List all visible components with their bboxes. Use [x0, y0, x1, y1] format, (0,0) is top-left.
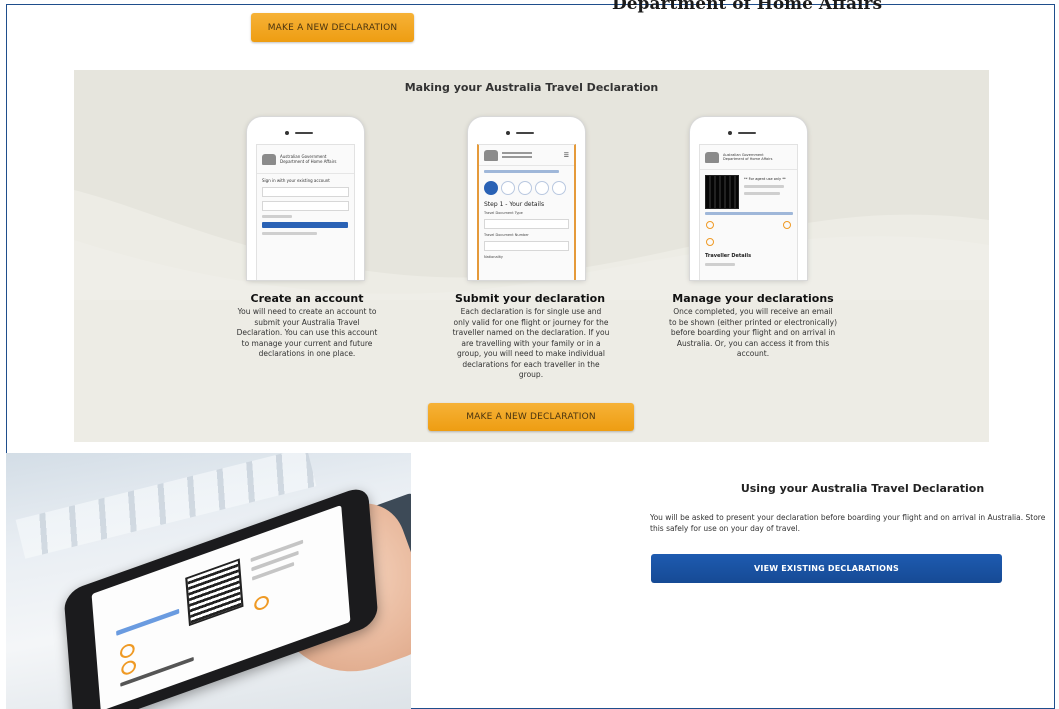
hand-holding-phone-image: [6, 453, 411, 709]
make-new-declaration-button[interactable]: MAKE A NEW DECLARATION: [428, 403, 634, 431]
reference-number-line: [116, 608, 180, 636]
phone-screen: Australian Government Department of Home…: [699, 144, 798, 280]
dept-name: Department of Home Affairs: [280, 159, 337, 164]
detail-line: [705, 263, 735, 266]
step-label: Step 1 - Your details: [484, 201, 545, 208]
email-field: [262, 187, 349, 197]
sign-in-button-mock: [262, 222, 348, 228]
forgot-link-line: [262, 215, 292, 218]
agent-note: ** For agent use only **: [744, 177, 786, 181]
password-field: [262, 201, 349, 211]
action-icons-row: [700, 219, 797, 231]
phone-mockup-create-account: Australian Government Department of Home…: [247, 117, 364, 280]
speaker-slot: [738, 132, 756, 134]
using-section-title: Using your Australia Travel Declaration: [740, 482, 985, 495]
screen-header: Australian Government Department of Home…: [257, 145, 354, 174]
reference-number-line: [705, 212, 793, 215]
speaker-slot: [295, 132, 313, 134]
qr-code: [185, 558, 244, 627]
qr-code: [705, 175, 739, 209]
phone-screen: ☰ Step 1 - Your details Travel Document …: [477, 144, 576, 280]
phone-mockup-submit-declaration: ☰ Step 1 - Your details Travel Document …: [468, 117, 585, 280]
download-icon: [706, 238, 714, 246]
phone-mockup-manage-declarations: Australian Government Department of Home…: [690, 117, 807, 280]
register-link-line: [262, 232, 317, 235]
field-label-nationality: Nationality: [484, 255, 504, 259]
note-line: [744, 185, 784, 188]
step-circle-3: [518, 181, 532, 195]
doc-number-input: [484, 241, 569, 251]
print-icon: [119, 641, 136, 661]
traveller-details-label: Traveller Details: [705, 253, 752, 259]
camera-dot: [285, 131, 289, 135]
breadcrumb-line: [484, 170, 559, 173]
step-heading-submit-declaration: Submit your declaration: [454, 292, 606, 305]
step-circle-4: [535, 181, 549, 195]
progress-steps: [479, 177, 574, 199]
note-line: [744, 192, 780, 195]
gov-crest-icon: [705, 151, 719, 163]
step-circle-2: [501, 181, 515, 195]
camera-dot: [728, 131, 732, 135]
step-desc-manage-declarations: Once completed, you will receive an emai…: [669, 307, 838, 358]
view-icon: [253, 593, 270, 613]
download-row: [700, 231, 797, 250]
sign-in-text: Sign in with your existing account: [262, 178, 330, 183]
doc-type-select: [484, 219, 569, 229]
dept-name: Department of Home Affairs: [723, 157, 773, 161]
gov-crest-icon: [262, 153, 276, 165]
steps-section-title: Making your Australia Travel Declaration: [404, 81, 659, 94]
screen-header: Australian Government Department of Home…: [700, 145, 797, 170]
smartphone-screen: [91, 505, 351, 709]
menu-icon: ☰: [563, 151, 569, 159]
make-new-declaration-button-top[interactable]: MAKE A NEW DECLARATION: [251, 13, 414, 42]
view-existing-declarations-button[interactable]: VIEW EXISTING DECLARATIONS: [651, 554, 1002, 583]
using-section-description: You will be asked to present your declar…: [650, 513, 1046, 533]
screen-header: ☰: [479, 145, 574, 166]
step-heading-manage-declarations: Manage your declarations: [672, 292, 834, 305]
field-label-doc-type: Travel Document Type: [484, 211, 523, 215]
phone-screen: Australian Government Department of Home…: [256, 144, 355, 280]
step-circle-1: [484, 181, 498, 195]
gov-crest-icon: [484, 149, 498, 161]
step-desc-create-account: You will need to create an account to su…: [236, 307, 378, 358]
gov-name-block: Australian Government Department of Home…: [280, 154, 336, 164]
step-circle-5: [552, 181, 566, 195]
speaker-slot: [516, 132, 534, 134]
download-icon: [120, 658, 137, 677]
camera-dot: [506, 131, 510, 135]
gov-name-block: Australian Government Department of Home…: [723, 153, 772, 161]
step-heading-create-account: Create an account: [250, 292, 364, 305]
field-label-doc-number: Travel Document Number: [484, 233, 529, 237]
view-icon: [783, 221, 791, 229]
step-desc-submit-declaration: Each declaration is for single use and o…: [452, 307, 610, 379]
department-title: Department of Home Affairs: [612, 0, 883, 14]
steps-panel: Making your Australia Travel Declaration…: [74, 70, 989, 442]
header-lines: [502, 150, 532, 160]
print-icon: [706, 221, 714, 229]
